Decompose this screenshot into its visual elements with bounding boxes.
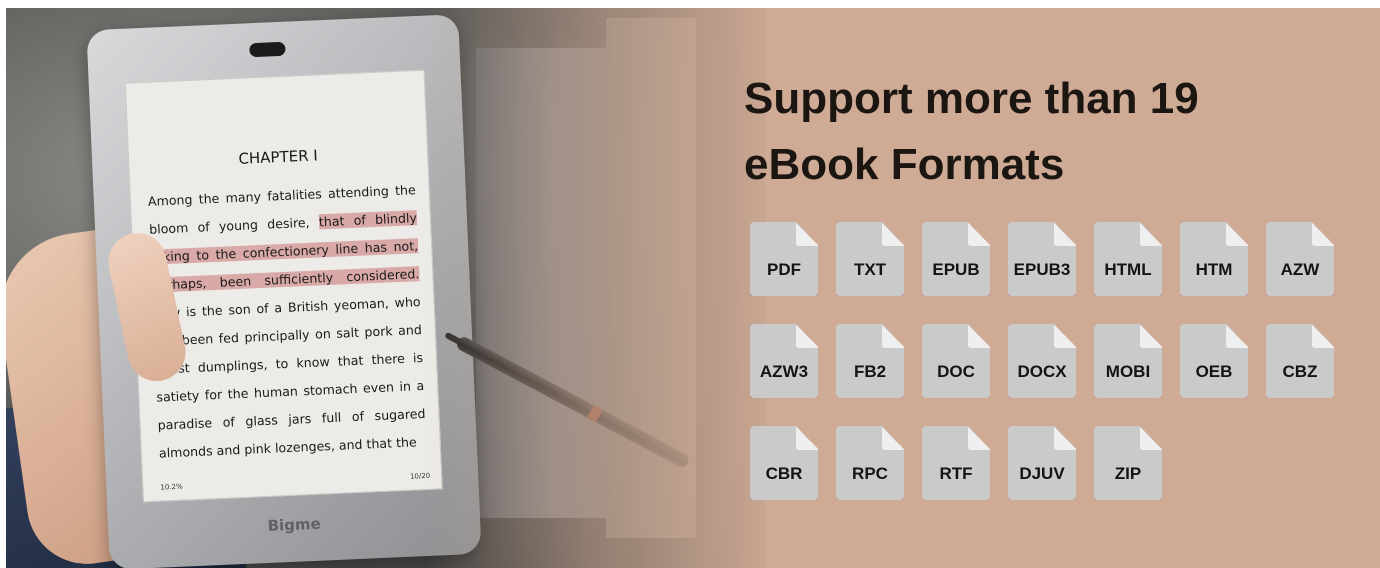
reading-progress: 10.2% — [160, 482, 183, 492]
format-label: ZIP — [1114, 464, 1142, 483]
format-pdf: PDF — [750, 222, 818, 296]
format-label: DJUV — [1019, 464, 1065, 483]
format-label: CBZ — [1282, 362, 1318, 381]
format-label: EPUB3 — [1013, 260, 1071, 279]
format-mobi: MOBI — [1094, 324, 1162, 398]
brand-logo: Bigme — [267, 514, 322, 535]
format-azw3: AZW3 — [750, 324, 818, 398]
headline: Support more than 19 eBook Formats — [744, 66, 1344, 198]
file-fold — [882, 426, 904, 450]
file-fold — [1312, 222, 1334, 246]
format-html: HTML — [1094, 222, 1162, 296]
format-label: FB2 — [853, 362, 887, 381]
format-rpc: RPC — [836, 426, 904, 500]
file-fold — [1140, 426, 1162, 450]
format-txt: TXT — [836, 222, 904, 296]
format-label: DOC — [937, 362, 975, 381]
file-fold — [1140, 324, 1162, 348]
headline-line-2: eBook Formats — [744, 140, 1065, 189]
file-fold — [968, 324, 990, 348]
file-fold — [1054, 324, 1076, 348]
format-label: RPC — [852, 464, 888, 483]
format-rtf: RTF — [922, 426, 990, 500]
format-cbz: CBZ — [1266, 324, 1334, 398]
format-label: MOBI — [1105, 362, 1151, 381]
format-label: CBR — [765, 464, 803, 483]
file-fold — [968, 222, 990, 246]
format-epub: EPUB — [922, 222, 990, 296]
file-fold — [882, 324, 904, 348]
book-text-rest: How is the son of a British yeoman, who … — [152, 294, 426, 461]
format-label: AZW3 — [759, 362, 809, 381]
headline-line-1: Support more than 19 — [744, 74, 1199, 123]
file-fold — [796, 324, 818, 348]
format-fb2: FB2 — [836, 324, 904, 398]
file-fold — [1054, 426, 1076, 450]
file-fold — [882, 222, 904, 246]
ereader-screen: CHAPTER I Among the many fatalities atte… — [124, 69, 443, 503]
file-fold — [1226, 324, 1248, 348]
file-fold — [1140, 222, 1162, 246]
file-fold — [968, 426, 990, 450]
format-htm: HTM — [1180, 222, 1248, 296]
format-azw: AZW — [1266, 222, 1334, 296]
format-label: PDF — [767, 260, 801, 279]
format-label: DOCX — [1017, 362, 1067, 381]
format-oeb: OEB — [1180, 324, 1248, 398]
front-camera — [249, 41, 286, 58]
file-fold — [1054, 222, 1076, 246]
book-text-start: Among the many fatalities attending the … — [147, 182, 416, 237]
format-label: RTF — [939, 464, 973, 483]
format-label: AZW — [1280, 260, 1320, 279]
chapter-title: CHAPTER I — [238, 146, 319, 168]
file-fold — [1226, 222, 1248, 246]
format-docx: DOCX — [1008, 324, 1076, 398]
file-fold — [796, 222, 818, 246]
photo-fade-overlay — [426, 8, 786, 568]
format-epub3: EPUB3 — [1008, 222, 1076, 296]
book-text: Among the many fatalities attending the … — [147, 176, 427, 467]
format-grid: PDF TXT EPUB EPUB3 HTML HTM AZW AZW3 FB2… — [750, 222, 1334, 500]
file-fold — [796, 426, 818, 450]
format-cbr: CBR — [750, 426, 818, 500]
promo-banner: CHAPTER I Among the many fatalities atte… — [6, 8, 1380, 568]
format-djuv: DJUV — [1008, 426, 1076, 500]
format-label: HTM — [1195, 260, 1233, 279]
file-fold — [1312, 324, 1334, 348]
format-zip: ZIP — [1094, 426, 1162, 500]
format-doc: DOC — [922, 324, 990, 398]
format-label: EPUB — [932, 260, 980, 279]
format-label: TXT — [853, 260, 887, 279]
format-label: HTML — [1104, 260, 1152, 279]
format-label: OEB — [1195, 362, 1233, 381]
